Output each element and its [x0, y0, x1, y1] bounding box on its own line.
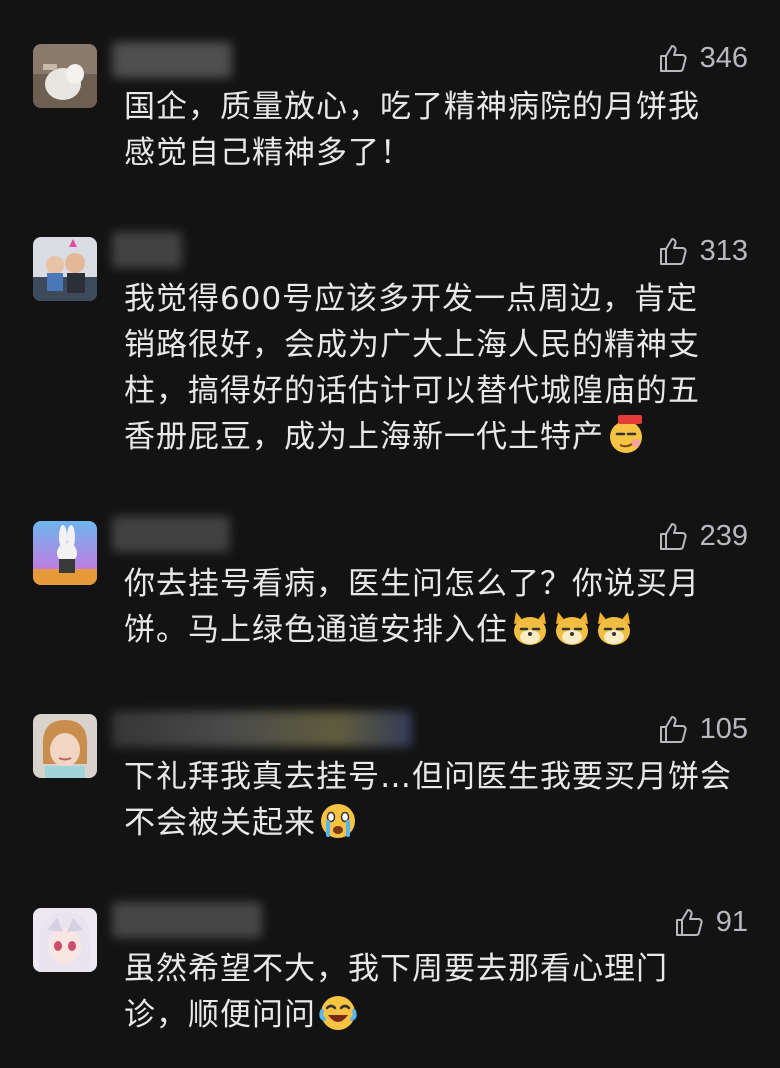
comment-text: 下礼拜我真去挂号…但问医生我要买月饼会 不会被关起来: [124, 754, 744, 846]
avatar[interactable]: [33, 714, 97, 778]
avatar[interactable]: [33, 908, 97, 972]
comment-line: 下礼拜我真去挂号…但问医生我要买月饼会: [124, 759, 732, 795]
thumbs-up-icon: [658, 714, 688, 744]
thumbs-up-icon: [658, 521, 688, 551]
username-blurred[interactable]: [112, 902, 262, 938]
avatar[interactable]: [33, 521, 97, 585]
comment-line-text: 香册屁豆，成为上海新一代土特产: [124, 419, 604, 455]
comment-line: 饼。马上绿色通道安排入住: [124, 607, 744, 653]
comment-line: 虽然希望不大，我下周要去那看心理门: [124, 951, 668, 987]
comment-line: 诊，顺便问问: [124, 992, 744, 1038]
username-blurred[interactable]: [112, 516, 230, 552]
doge-emoji: [594, 608, 634, 648]
comment-line: 我觉得600号应该多开发一点周边，肯定: [124, 281, 699, 317]
like-count: 346: [699, 41, 748, 74]
crying-emoji: [318, 801, 358, 841]
comment-line-text: 不会被关起来: [124, 805, 316, 841]
username-blurred[interactable]: [112, 232, 182, 268]
comment-line-text: 诊，顺便问问: [124, 997, 316, 1033]
comment-line: 你去挂号看病，医生问怎么了？你说买月: [124, 566, 700, 602]
like-button[interactable]: 239: [658, 518, 748, 554]
comment-line: 国企，质量放心，吃了精神病院的月饼我: [124, 89, 700, 125]
comment-text: 你去挂号看病，医生问怎么了？你说买月 饼。马上绿色通道安排入住: [124, 561, 744, 653]
like-button[interactable]: 91: [674, 904, 748, 940]
comment-line: 香册屁豆，成为上海新一代土特产: [124, 414, 744, 460]
comment-text: 国企，质量放心，吃了精神病院的月饼我 感觉自己精神多了！: [124, 84, 744, 176]
like-button[interactable]: 313: [658, 233, 748, 269]
thumbs-up-icon: [658, 43, 688, 73]
username-blurred[interactable]: [112, 42, 232, 78]
comment-text: 我觉得600号应该多开发一点周边，肯定 销路很好，会成为广大上海人民的精神支 柱…: [124, 276, 744, 460]
comment-line: 柱，搞得好的话估计可以替代城隍庙的五: [124, 373, 700, 409]
laughing-tears-emoji: [318, 993, 358, 1033]
thumbs-up-icon: [674, 907, 704, 937]
comment-line: 销路很好，会成为广大上海人民的精神支: [124, 327, 700, 363]
comment-line: 不会被关起来: [124, 800, 744, 846]
comment-line: 感觉自己精神多了！: [124, 135, 412, 171]
doge-emoji: [552, 608, 592, 648]
avatar[interactable]: [33, 237, 97, 301]
comment-line-text: 饼。马上绿色通道安排入住: [124, 612, 508, 648]
like-count: 313: [699, 234, 748, 267]
doge-emoji: [510, 608, 550, 648]
avatar[interactable]: [33, 44, 97, 108]
like-button[interactable]: 346: [658, 40, 748, 76]
like-count: 105: [699, 712, 748, 745]
thumbs-up-icon: [658, 236, 688, 266]
comment-text: 虽然希望不大，我下周要去那看心理门 诊，顺便问问: [124, 946, 744, 1038]
username-blurred[interactable]: [112, 711, 412, 747]
like-count: 91: [715, 905, 748, 938]
like-button[interactable]: 105: [658, 711, 748, 747]
666-emoji: [606, 415, 646, 455]
like-count: 239: [699, 519, 748, 552]
